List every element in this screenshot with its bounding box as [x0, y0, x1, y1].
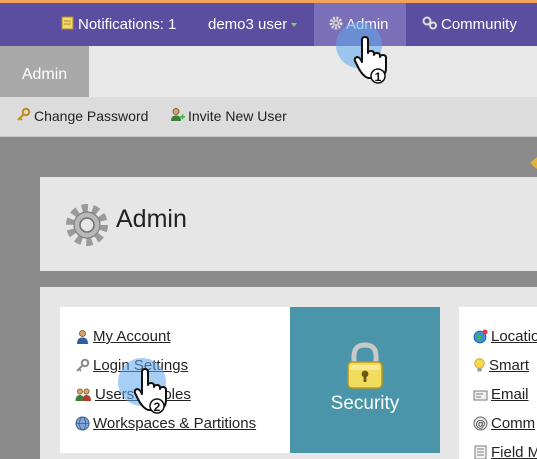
security-tile-label: Security — [330, 393, 400, 414]
my-account-link[interactable]: My Account — [75, 328, 256, 357]
admin-gear-icon — [64, 202, 110, 253]
field-label: Field M — [491, 444, 537, 459]
notification-note-icon — [60, 4, 75, 47]
admin-toolbar: Change Password Invite New User — [0, 97, 537, 137]
add-user-icon — [170, 98, 185, 137]
users-icon — [75, 387, 92, 407]
my-account-label: My Account — [93, 328, 171, 345]
community-gears-icon — [422, 4, 438, 47]
location-label: Location — [491, 328, 537, 345]
globe-icon — [75, 416, 90, 436]
top-navigation-bar: Notifications: 1 demo3 user Admin Commun… — [0, 0, 537, 46]
invite-new-user-button[interactable]: Invite New User — [170, 97, 287, 136]
integration-section: Location Smart Email — [459, 307, 537, 459]
smart-label: Smart — [489, 357, 530, 374]
email-icon — [473, 389, 488, 407]
admin-page-header: Admin — [40, 177, 537, 271]
integration-links-list: Location Smart Email — [473, 328, 537, 459]
security-tile[interactable]: Security — [290, 307, 440, 453]
svg-text:@: @ — [476, 419, 486, 430]
step-1-callout: 1 — [336, 22, 396, 84]
community-menu[interactable]: Community — [422, 3, 517, 46]
email-link[interactable]: Email — [473, 386, 537, 415]
notifications-menu[interactable]: Notifications: 1 — [60, 3, 176, 46]
field-link[interactable]: Field M — [473, 444, 537, 459]
location-globe-icon — [473, 329, 488, 349]
notifications-label: Notifications: 1 — [78, 16, 177, 33]
admin-content-area: My Account Login Settings Users Roles Wo… — [40, 287, 537, 459]
location-link[interactable]: Location — [473, 328, 537, 357]
tab-admin[interactable]: Admin — [0, 46, 89, 97]
security-section: My Account Login Settings Users Roles Wo… — [60, 307, 440, 453]
at-sign-icon: @ — [473, 416, 488, 436]
step-number: 2 — [153, 400, 161, 414]
change-password-button[interactable]: Change Password — [16, 97, 148, 136]
user-menu[interactable]: demo3 user — [208, 3, 298, 46]
change-password-label: Change Password — [34, 108, 149, 124]
step-2-callout: 2 — [118, 358, 180, 420]
user-menu-label: demo3 user — [208, 16, 288, 33]
lightbulb-icon — [473, 358, 486, 378]
page-title: Admin — [116, 205, 187, 233]
user-icon — [75, 329, 90, 349]
key-icon — [16, 98, 31, 137]
comm-link[interactable]: @ Comm — [473, 415, 537, 444]
chevron-down-icon — [291, 23, 298, 28]
edge-arrow-icon — [528, 156, 537, 174]
comm-label: Comm — [491, 415, 536, 432]
community-menu-label: Community — [441, 16, 517, 33]
tab-strip: Admin — [0, 46, 537, 97]
step-number: 1 — [374, 70, 382, 84]
email-label: Email — [491, 386, 529, 403]
field-icon — [473, 445, 488, 459]
padlock-icon — [344, 342, 386, 395]
smart-link[interactable]: Smart — [473, 357, 537, 386]
key-icon — [75, 358, 90, 378]
invite-new-user-label: Invite New User — [188, 108, 287, 124]
